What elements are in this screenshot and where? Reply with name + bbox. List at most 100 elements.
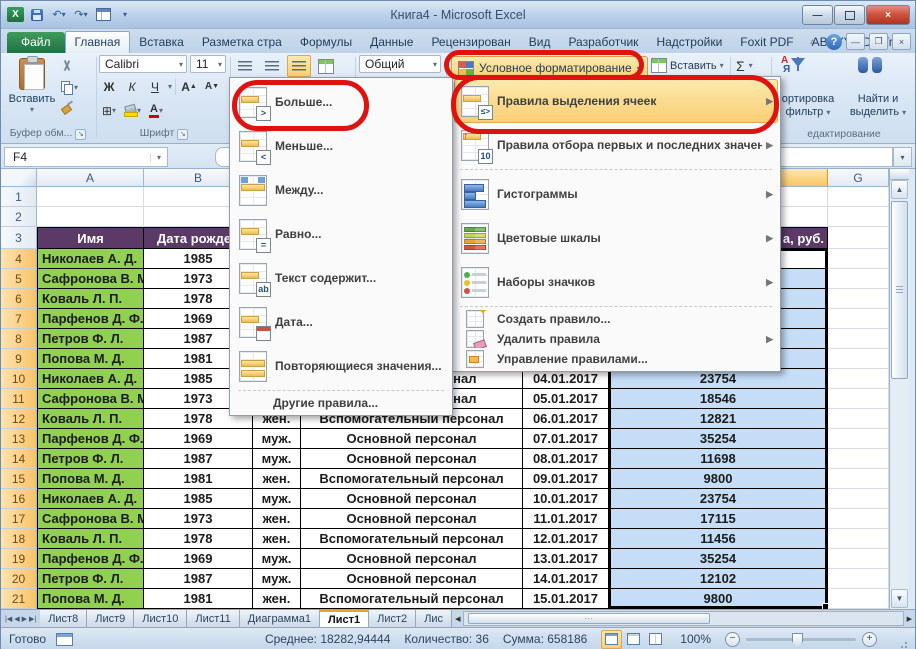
cell[interactable]: Петров Ф. Л. bbox=[37, 449, 144, 469]
row-header[interactable]: 4 bbox=[1, 249, 37, 269]
find-select-label[interactable]: Найти и выделить ▾ bbox=[843, 93, 913, 119]
font-name-combo[interactable]: Calibri▾ bbox=[99, 55, 187, 73]
cell[interactable]: Имя bbox=[37, 227, 144, 249]
zoom-out-button[interactable]: − bbox=[725, 632, 740, 647]
minimize-button[interactable]: — bbox=[802, 5, 833, 25]
row-header[interactable]: 21 bbox=[1, 589, 37, 609]
cell[interactable]: 1978 bbox=[144, 529, 253, 549]
cell[interactable]: жен. bbox=[253, 529, 301, 549]
cell[interactable]: 11.01.2017 bbox=[523, 509, 609, 529]
cell[interactable]: Николаев А. Д. bbox=[37, 369, 144, 389]
cell[interactable]: муж. bbox=[253, 449, 301, 469]
row-header[interactable]: 18 bbox=[1, 529, 37, 549]
cell[interactable]: Парфенов Д. Ф. bbox=[37, 429, 144, 449]
cell[interactable]: муж. bbox=[253, 429, 301, 449]
row-header[interactable]: 14 bbox=[1, 449, 37, 469]
macro-record-icon[interactable] bbox=[56, 633, 73, 646]
cell[interactable]: Вспомогательный персонал bbox=[301, 589, 523, 609]
font-dialog-launcher-icon[interactable]: ↘ bbox=[177, 129, 188, 140]
tab-split-right-icon[interactable]: ▶ bbox=[904, 610, 915, 627]
cell[interactable] bbox=[828, 349, 889, 369]
cell[interactable]: Коваль Л. П. bbox=[37, 529, 144, 549]
restore-button[interactable] bbox=[834, 5, 865, 25]
select-all-corner[interactable] bbox=[1, 169, 37, 187]
sheet-tab[interactable]: Лист1 bbox=[320, 610, 369, 627]
sheet-tab[interactable]: Лист10 bbox=[134, 610, 187, 627]
cell[interactable] bbox=[828, 489, 889, 509]
ribbon-tab[interactable]: Рецензирован bbox=[422, 32, 519, 53]
autosum-button[interactable]: Σ▾ bbox=[734, 57, 755, 74]
cf-submenu-item[interactable]: =Равно... bbox=[232, 212, 450, 256]
help-icon[interactable]: ? bbox=[826, 34, 842, 50]
ribbon-tab[interactable]: Файл bbox=[7, 32, 65, 53]
formula-bar-expand-button[interactable]: ▾ bbox=[893, 147, 912, 167]
font-size-combo[interactable]: 11▾ bbox=[190, 55, 226, 73]
zoom-slider-thumb[interactable] bbox=[792, 633, 803, 648]
cell[interactable]: Петров Ф. Л. bbox=[37, 329, 144, 349]
cell[interactable]: 12102 bbox=[609, 569, 828, 589]
ribbon-tab[interactable]: Разработчик bbox=[559, 32, 647, 53]
borders-button[interactable]: ⊞▾ bbox=[99, 102, 119, 119]
cell[interactable]: 12.01.2017 bbox=[523, 529, 609, 549]
cell[interactable]: Коваль Л. П. bbox=[37, 409, 144, 429]
zoom-in-button[interactable]: + bbox=[862, 632, 877, 647]
vertical-scrollbar[interactable]: ▲▼ bbox=[889, 169, 909, 609]
cell[interactable]: 9800 bbox=[609, 589, 828, 609]
cell[interactable] bbox=[828, 289, 889, 309]
row-header[interactable]: 3 bbox=[1, 227, 37, 249]
workbook-restore-button[interactable]: ❐ bbox=[869, 33, 888, 50]
paste-button[interactable]: Вставить ▾ bbox=[7, 55, 57, 125]
cut-button[interactable] bbox=[59, 57, 85, 75]
align-middle-button[interactable] bbox=[260, 55, 284, 77]
sheet-tab[interactable]: Лист9 bbox=[87, 610, 134, 627]
row-header[interactable]: 17 bbox=[1, 509, 37, 529]
italic-button[interactable]: К bbox=[122, 78, 142, 95]
cell[interactable]: Парфенов Д. Ф. bbox=[37, 549, 144, 569]
page-break-view-button[interactable] bbox=[645, 630, 666, 649]
next-sheet-button[interactable]: ▶ bbox=[22, 615, 27, 623]
cf-menu-item[interactable]: Управление правилами... bbox=[454, 349, 778, 369]
cell[interactable] bbox=[828, 329, 889, 349]
cell[interactable]: жен. bbox=[253, 469, 301, 489]
cf-menu-item[interactable]: Наборы значков▶ bbox=[454, 260, 778, 304]
cell[interactable]: 11698 bbox=[609, 449, 828, 469]
ribbon-tab[interactable]: Данные bbox=[361, 32, 422, 53]
cell[interactable]: 18546 bbox=[609, 389, 828, 409]
cell[interactable]: Попова М. Д. bbox=[37, 589, 144, 609]
cell[interactable]: 1973 bbox=[144, 509, 253, 529]
row-header[interactable]: 8 bbox=[1, 329, 37, 349]
cell[interactable]: 1969 bbox=[144, 549, 253, 569]
cf-menu-item[interactable]: ↑10Правила отбора первых и последних зна… bbox=[454, 123, 778, 167]
cell[interactable]: Сафронова В. М. bbox=[37, 269, 144, 289]
page-layout-view-button[interactable] bbox=[623, 630, 644, 649]
tab-split-left-icon[interactable]: ◀ bbox=[452, 610, 463, 627]
zoom-slider[interactable] bbox=[746, 638, 856, 641]
scroll-down-button[interactable]: ▼ bbox=[891, 589, 908, 608]
copy-button[interactable]: ▾ bbox=[59, 78, 85, 96]
cell[interactable] bbox=[828, 309, 889, 329]
cell[interactable]: Парфенов Д. Ф. bbox=[37, 309, 144, 329]
cell[interactable]: Николаев А. Д. bbox=[37, 489, 144, 509]
cell[interactable] bbox=[828, 469, 889, 489]
sheet-tab[interactable]: Лис bbox=[416, 610, 452, 627]
cell[interactable]: 35254 bbox=[609, 429, 828, 449]
cell[interactable]: Основной персонал bbox=[301, 489, 523, 509]
row-header[interactable]: 12 bbox=[1, 409, 37, 429]
cell[interactable] bbox=[828, 529, 889, 549]
cell[interactable]: 04.01.2017 bbox=[523, 369, 609, 389]
cell[interactable] bbox=[828, 509, 889, 529]
cell[interactable]: Основной персонал bbox=[301, 509, 523, 529]
cell[interactable]: Николаев А. Д. bbox=[37, 249, 144, 269]
cell[interactable]: 23754 bbox=[609, 489, 828, 509]
cell[interactable]: муж. bbox=[253, 489, 301, 509]
cf-submenu-item[interactable]: Другие правила... bbox=[232, 393, 450, 413]
row-header[interactable]: 2 bbox=[1, 207, 37, 227]
format-painter-button[interactable] bbox=[59, 99, 85, 117]
cell[interactable]: Основной персонал bbox=[301, 569, 523, 589]
name-box-caret-icon[interactable]: ▾ bbox=[150, 153, 167, 162]
row-header[interactable]: 20 bbox=[1, 569, 37, 589]
horizontal-scrollbar[interactable] bbox=[463, 611, 903, 626]
cell[interactable] bbox=[828, 549, 889, 569]
cell[interactable]: муж. bbox=[253, 569, 301, 589]
cell[interactable]: 07.01.2017 bbox=[523, 429, 609, 449]
